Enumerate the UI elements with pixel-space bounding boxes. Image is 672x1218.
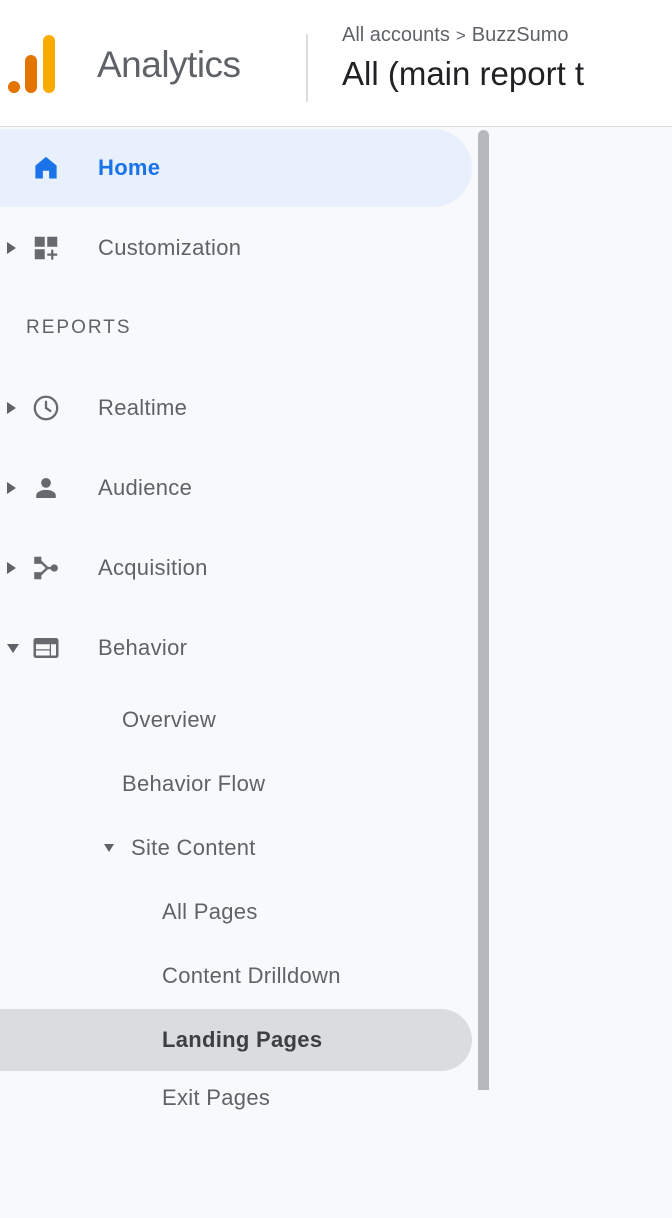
selected-item-highlight (0, 129, 472, 207)
clock-icon (30, 392, 62, 424)
sidebar-item-label: Behavior (98, 635, 187, 661)
collapse-arrow-icon[interactable] (4, 644, 30, 653)
sidebar-nav: Home Customization REPORTS Realtime Audience… (0, 128, 473, 1136)
sidebar-item-label: Audience (98, 475, 192, 501)
web-layout-icon (30, 633, 62, 663)
sidebar-scrollbar[interactable] (478, 130, 489, 1090)
sidebar-item-label: Behavior Flow (122, 771, 265, 797)
breadcrumb-account[interactable]: BuzzSumo (472, 24, 569, 46)
sidebar-item-exit-pages[interactable]: Exit Pages (0, 1072, 473, 1136)
home-icon (30, 153, 62, 183)
expand-arrow-icon[interactable] (4, 562, 30, 574)
person-icon (30, 473, 62, 503)
breadcrumb[interactable]: All accounts>BuzzSumo (342, 24, 672, 47)
app-header: Analytics All accounts>BuzzSumo All (mai… (0, 0, 672, 127)
sidebar-item-all-pages[interactable]: All Pages (0, 880, 473, 944)
sidebar-item-content-drilldown[interactable]: Content Drilldown (0, 944, 473, 1008)
sidebar-item-label: Realtime (98, 395, 187, 421)
sidebar-item-audience[interactable]: Audience (0, 448, 473, 528)
sidebar-item-customization[interactable]: Customization (0, 208, 473, 288)
chevron-right-icon: > (450, 26, 472, 45)
analytics-logo-icon (8, 35, 56, 93)
expand-arrow-icon[interactable] (4, 242, 30, 254)
sidebar-item-label: Home (98, 155, 160, 181)
logo-bar-tall (43, 35, 55, 93)
sidebar-item-realtime[interactable]: Realtime (0, 368, 473, 448)
section-label: REPORTS (26, 317, 132, 339)
google-analytics-logo[interactable] (8, 35, 56, 93)
logo-dot (8, 81, 20, 93)
merge-icon (30, 553, 62, 583)
sidebar-item-behavior[interactable]: Behavior (0, 608, 473, 688)
expand-arrow-icon[interactable] (4, 482, 30, 494)
expand-arrow-icon[interactable] (4, 402, 30, 414)
sidebar-item-label: Landing Pages (162, 1027, 322, 1053)
collapse-arrow-icon[interactable] (104, 844, 114, 852)
sidebar-item-landing-pages[interactable]: Landing Pages (0, 1008, 473, 1072)
customization-icon (30, 233, 62, 263)
header-divider (306, 34, 308, 102)
account-picker: All accounts>BuzzSumo All (main report t (342, 24, 672, 93)
view-title[interactable]: All (main report t (342, 55, 672, 93)
sidebar-section-reports: REPORTS (0, 288, 473, 368)
sidebar-item-home[interactable]: Home (0, 128, 473, 208)
sidebar-item-label: Site Content (131, 835, 256, 861)
logo-bar-short (25, 55, 37, 93)
main-content (490, 128, 672, 1090)
sidebar-item-label: Exit Pages (162, 1085, 270, 1111)
sidebar-item-behavior-flow[interactable]: Behavior Flow (0, 752, 473, 816)
sidebar-item-overview[interactable]: Overview (0, 688, 473, 752)
sidebar-item-label: Customization (98, 235, 241, 261)
sidebar-item-label: Acquisition (98, 555, 208, 581)
sidebar-item-site-content[interactable]: Site Content (0, 816, 473, 880)
sidebar-item-label: All Pages (162, 899, 258, 925)
sidebar-item-acquisition[interactable]: Acquisition (0, 528, 473, 608)
breadcrumb-all-accounts[interactable]: All accounts (342, 24, 450, 46)
sidebar-item-label: Overview (122, 707, 216, 733)
brand-name: Analytics (97, 44, 241, 86)
sidebar-item-label: Content Drilldown (162, 963, 341, 989)
